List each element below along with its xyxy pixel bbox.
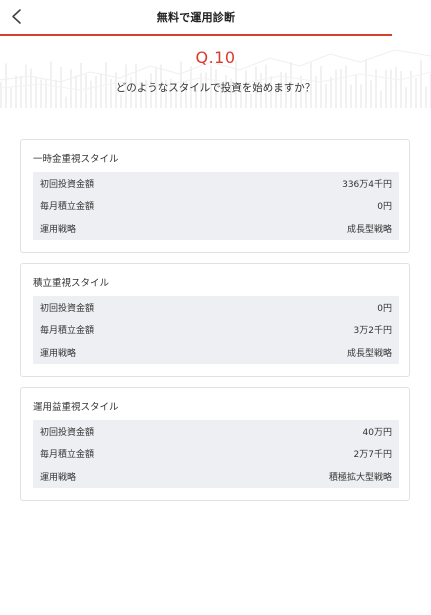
option-details: 初回投資金額 336万4千円 毎月積立金額 0円 運用戦略 成長型戦略 xyxy=(33,172,399,240)
option-title: 積立重視スタイル xyxy=(33,278,110,289)
detail-value: 成長型戦略 xyxy=(346,348,392,359)
question-hero: Q.10 どのようなスタイルで投資を始めますか？ xyxy=(0,36,431,108)
detail-value: 336万4千円 xyxy=(342,179,392,190)
option-card-installment[interactable]: 積立重視スタイル 初回投資金額 0円 毎月積立金額 3万2千円 運用戦略 成長型… xyxy=(20,263,410,377)
detail-value: 0円 xyxy=(377,202,392,213)
detail-value: 0円 xyxy=(377,303,392,314)
option-title: 一時金重視スタイル xyxy=(33,154,119,165)
detail-value: 積極拡大型戦略 xyxy=(328,472,392,483)
detail-label: 初回投資金額 xyxy=(40,427,95,438)
detail-row-monthly: 毎月積立金額 0円 xyxy=(33,195,399,218)
detail-label: 運用戦略 xyxy=(40,472,77,483)
question-number: Q.10 xyxy=(195,48,236,67)
detail-value: 成長型戦略 xyxy=(346,224,392,235)
detail-value: 3万2千円 xyxy=(353,326,392,337)
detail-label: 毎月積立金額 xyxy=(40,202,95,213)
page-title: 無料で運用診断 xyxy=(156,11,236,24)
detail-row-strategy: 運用戦略 成長型戦略 xyxy=(33,217,399,240)
detail-row-strategy: 運用戦略 成長型戦略 xyxy=(33,341,399,364)
detail-row-monthly: 毎月積立金額 3万2千円 xyxy=(33,319,399,342)
option-details: 初回投資金額 40万円 毎月積立金額 2万7千円 運用戦略 積極拡大型戦略 xyxy=(33,420,399,488)
detail-label: 運用戦略 xyxy=(40,224,77,235)
skyline-background xyxy=(0,49,431,108)
detail-row-initial: 初回投資金額 40万円 xyxy=(33,420,399,443)
detail-value: 2万7千円 xyxy=(353,450,392,461)
detail-label: 初回投資金額 xyxy=(40,179,95,190)
detail-value: 40万円 xyxy=(362,427,392,438)
detail-label: 毎月積立金額 xyxy=(40,326,95,337)
detail-label: 毎月積立金額 xyxy=(40,450,95,461)
detail-row-monthly: 毎月積立金額 2万7千円 xyxy=(33,443,399,466)
detail-row-initial: 初回投資金額 336万4千円 xyxy=(33,172,399,195)
app-header: 無料で運用診断 xyxy=(0,0,392,36)
detail-row-strategy: 運用戦略 積極拡大型戦略 xyxy=(33,465,399,488)
detail-label: 初回投資金額 xyxy=(40,303,95,314)
detail-label: 運用戦略 xyxy=(40,348,77,359)
option-title: 運用益重視スタイル xyxy=(33,402,119,413)
option-card-returns[interactable]: 運用益重視スタイル 初回投資金額 40万円 毎月積立金額 2万7千円 運用戦略 … xyxy=(20,387,410,501)
question-text: どのようなスタイルで投資を始めますか？ xyxy=(115,82,316,94)
option-details: 初回投資金額 0円 毎月積立金額 3万2千円 運用戦略 成長型戦略 xyxy=(33,296,399,364)
detail-row-initial: 初回投資金額 0円 xyxy=(33,296,399,319)
option-card-lump-sum[interactable]: 一時金重視スタイル 初回投資金額 336万4千円 毎月積立金額 0円 運用戦略 … xyxy=(20,139,410,253)
